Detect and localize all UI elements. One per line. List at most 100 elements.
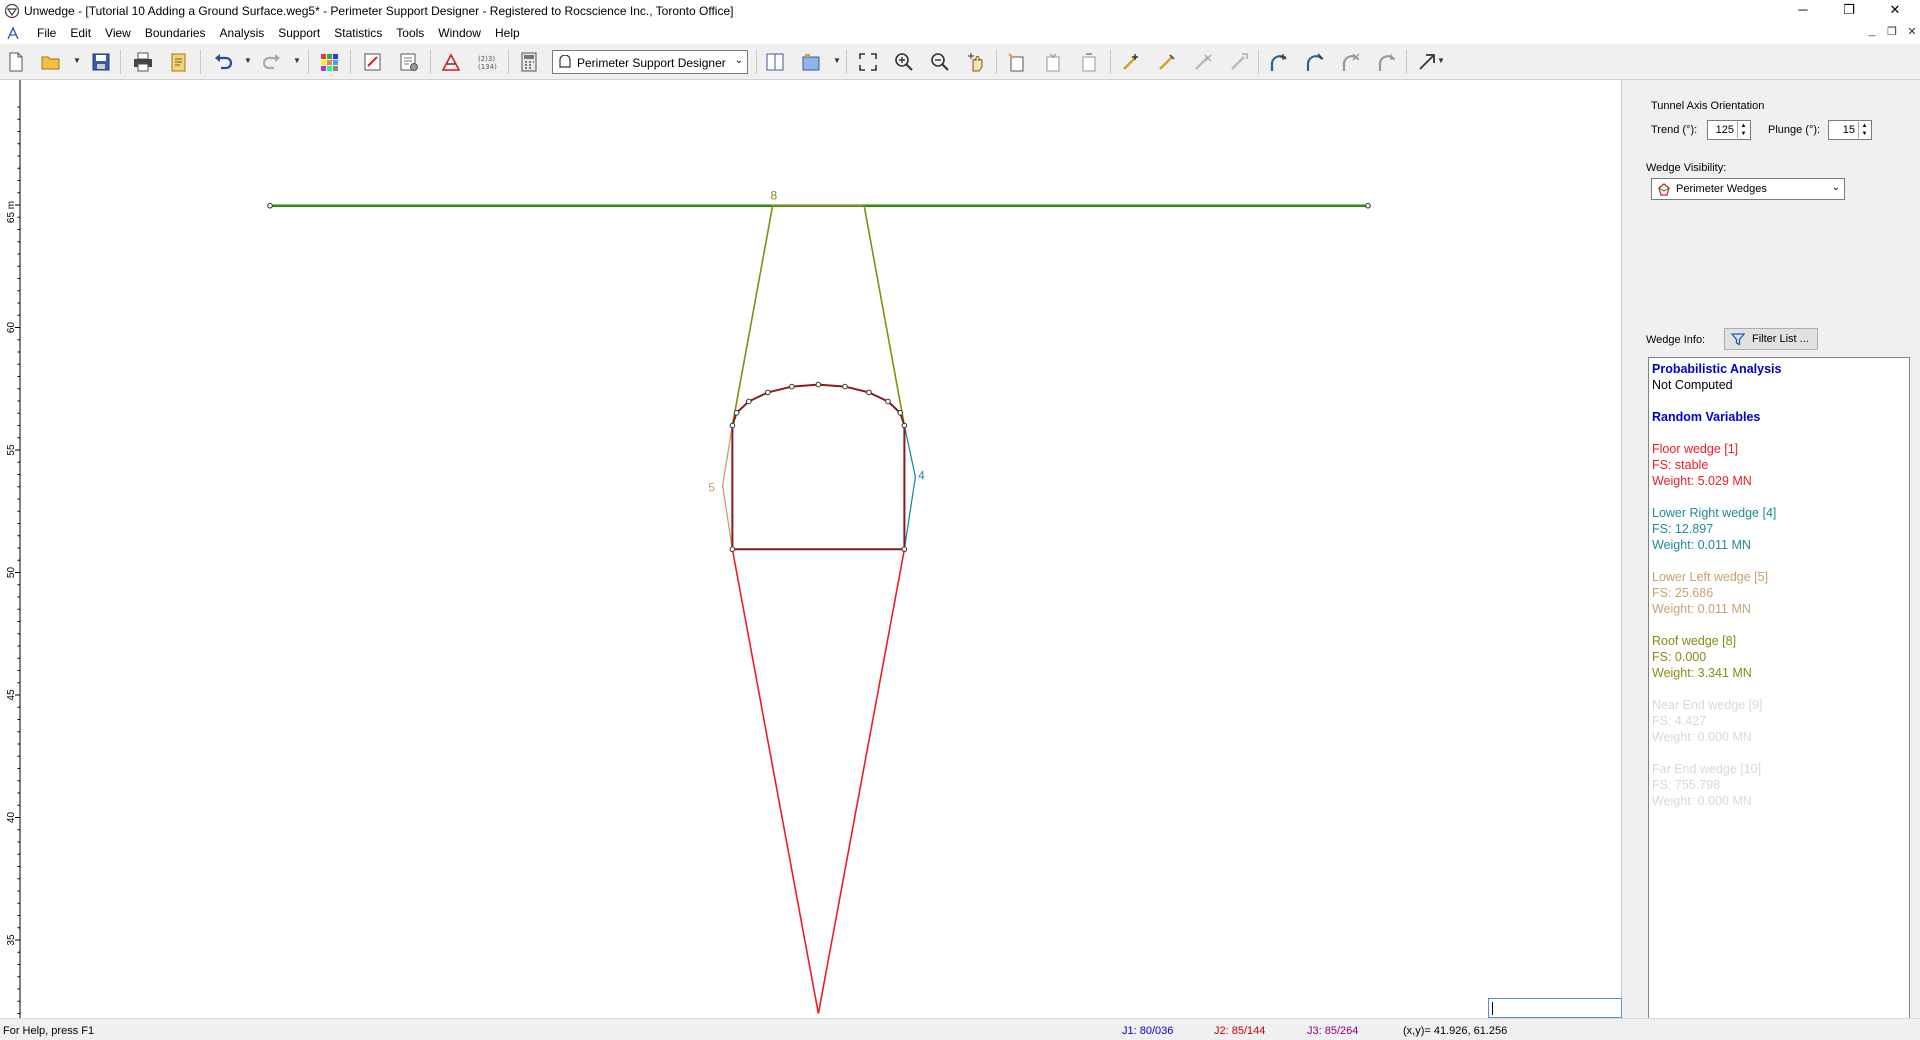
input-data-icon[interactable] bbox=[360, 50, 386, 74]
edit-support-icon[interactable] bbox=[1040, 50, 1066, 74]
minimize-button[interactable]: ─ bbox=[1780, 0, 1826, 22]
wedge-info-block: Lower Left wedge [5] FS: 25.686 Weight: 0.… bbox=[1652, 569, 1906, 617]
status-bar: For Help, press F1 J1: 80/036 J2: 85/144… bbox=[0, 1018, 1920, 1040]
wedge-info-fs: FS: 755.798 bbox=[1652, 778, 1721, 792]
redo-icon[interactable] bbox=[259, 50, 285, 74]
pan-icon[interactable] bbox=[963, 50, 989, 74]
open-dropdown-icon[interactable]: ▼ bbox=[72, 56, 82, 66]
wedge-visibility-value: Perimeter Wedges bbox=[1676, 183, 1767, 195]
y-tick-label: 45 bbox=[6, 689, 17, 701]
menu-help[interactable]: Help bbox=[488, 26, 527, 40]
plunge-label: Plunge (°): bbox=[1768, 124, 1821, 136]
add-support-icon[interactable] bbox=[1004, 50, 1030, 74]
zoom-out-icon[interactable] bbox=[927, 50, 953, 74]
menu-window[interactable]: Window bbox=[431, 26, 488, 40]
menu-file[interactable]: File bbox=[30, 26, 63, 40]
wedges-icon bbox=[1658, 183, 1670, 196]
delete-bolt-icon[interactable] bbox=[1190, 50, 1216, 74]
redo-dropdown-icon[interactable]: ▼ bbox=[292, 56, 302, 66]
menu-support[interactable]: Support bbox=[271, 26, 327, 40]
svg-text:(2)3): (2)3) bbox=[478, 55, 495, 63]
plunge-value: 15 bbox=[1842, 124, 1855, 136]
floor-wedge bbox=[731, 549, 906, 1014]
status-help-text: For Help, press F1 bbox=[3, 1025, 95, 1037]
plunge-spinner[interactable]: 15 ▲ ▼ bbox=[1828, 120, 1872, 140]
trend-spinner[interactable]: 125 ▲ ▼ bbox=[1707, 120, 1751, 140]
window-title: Unwedge - [Tutorial 10 Adding a Ground S… bbox=[24, 4, 734, 18]
wedge-info-name: Roof wedge [8] bbox=[1652, 634, 1737, 648]
menu-view[interactable]: View bbox=[98, 26, 138, 40]
wedge-info-panel: Probabilistic Analysis Not Computed Rand… bbox=[1648, 357, 1910, 1020]
add-bolt-icon[interactable] bbox=[1118, 50, 1144, 74]
project-settings-icon[interactable] bbox=[396, 50, 422, 74]
menu-analysis[interactable]: Analysis bbox=[213, 26, 272, 40]
menu-boundaries[interactable]: Boundaries bbox=[138, 26, 213, 40]
combinations-icon[interactable]: (2)3) (134) bbox=[474, 50, 500, 74]
report-icon[interactable] bbox=[166, 50, 192, 74]
add-view-icon[interactable] bbox=[798, 50, 824, 74]
wedge-visibility-dropdown[interactable]: Perimeter Wedges ⌄ bbox=[1651, 178, 1845, 200]
filter-list-button[interactable]: Filter List ... bbox=[1724, 328, 1818, 350]
menu-bar: File Edit View Boundaries Analysis Suppo… bbox=[0, 22, 1920, 44]
close-button[interactable]: ✕ bbox=[1872, 0, 1918, 22]
bolt-properties-icon[interactable] bbox=[1226, 50, 1252, 74]
save-icon[interactable] bbox=[88, 50, 114, 74]
lower-left-wedge bbox=[721, 425, 734, 550]
zoom-in-icon[interactable] bbox=[891, 50, 917, 74]
y-tick-label: 40 bbox=[6, 812, 17, 824]
chevron-down-icon: ⌄ bbox=[734, 55, 743, 66]
open-folder-icon[interactable] bbox=[38, 50, 64, 74]
maximize-button[interactable]: ❐ bbox=[1826, 0, 1872, 22]
new-file-icon[interactable] bbox=[3, 50, 29, 74]
menu-edit[interactable]: Edit bbox=[63, 26, 98, 40]
view-mode-dropdown[interactable]: Perimeter Support Designer ⌄ bbox=[552, 50, 748, 74]
coordinate-input[interactable] bbox=[1488, 998, 1622, 1018]
drawing-view[interactable]: 15 m2025303540455055606570758065 m605550… bbox=[0, 80, 1622, 1018]
add-shotcrete-icon[interactable] bbox=[1266, 50, 1292, 74]
wedge-info-block: Far End wedge [10] FS: 755.798 Weight: 0.0… bbox=[1652, 761, 1906, 809]
edit-bolt-icon[interactable] bbox=[1154, 50, 1180, 74]
wedge-info-fs: FS: 0.000 bbox=[1652, 650, 1707, 664]
undo-dropdown-icon[interactable]: ▼ bbox=[243, 56, 253, 66]
wedge-info-label: Wedge Info: bbox=[1646, 334, 1706, 346]
add-view-dropdown-icon[interactable]: ▼ bbox=[832, 56, 842, 66]
menu-tools[interactable]: Tools bbox=[389, 26, 431, 40]
tunnel-vertex bbox=[897, 410, 903, 416]
calculator-icon[interactable] bbox=[516, 50, 542, 74]
wedge-info-name: Near End wedge [9] bbox=[1652, 698, 1763, 712]
spinner-arrows-icon[interactable]: ▲ ▼ bbox=[1737, 122, 1749, 138]
arrow-tool-dropdown-icon[interactable]: ▼ bbox=[1436, 56, 1446, 66]
shotcrete-properties-icon[interactable] bbox=[1374, 50, 1400, 74]
joint-set-1-status: J1: 80/036 bbox=[1122, 1025, 1174, 1037]
ground-vertex bbox=[267, 202, 273, 209]
split-view-icon[interactable] bbox=[762, 50, 788, 74]
y-tick-label: 60 bbox=[6, 322, 17, 334]
roof-wedge bbox=[731, 204, 906, 426]
zoom-all-icon[interactable] bbox=[855, 50, 881, 74]
compute-icon[interactable] bbox=[438, 50, 464, 74]
y-tick-label: 35 bbox=[6, 934, 17, 946]
spinner-arrows-icon[interactable]: ▲ ▼ bbox=[1858, 122, 1870, 138]
svg-text:(134): (134) bbox=[478, 63, 497, 71]
undo-icon[interactable] bbox=[210, 50, 236, 74]
mdi-close-button[interactable]: ✕ bbox=[1904, 25, 1920, 38]
wedge-plot[interactable]: 15 m2025303540455055606570758065 m605550… bbox=[0, 80, 1622, 1018]
trend-label: Trend (°): bbox=[1651, 124, 1698, 136]
probabilistic-analysis-header: Probabilistic Analysis bbox=[1652, 362, 1782, 376]
trend-value: 125 bbox=[1715, 124, 1734, 136]
display-options-icon[interactable] bbox=[316, 50, 342, 74]
mdi-restore-button[interactable]: ❐ bbox=[1884, 25, 1900, 38]
document-icon[interactable] bbox=[5, 25, 21, 41]
chevron-down-icon: ⌄ bbox=[1831, 182, 1840, 193]
probabilistic-status: Not Computed bbox=[1652, 378, 1733, 392]
wedge-info-fs: FS: stable bbox=[1652, 458, 1709, 472]
print-icon[interactable] bbox=[130, 50, 156, 74]
wedge-info-name: Lower Left wedge [5] bbox=[1652, 570, 1769, 584]
filter-icon bbox=[1731, 333, 1745, 346]
menu-statistics[interactable]: Statistics bbox=[327, 26, 389, 40]
delete-support-icon[interactable] bbox=[1076, 50, 1102, 74]
lower-left-wedge-label: 5 bbox=[708, 481, 715, 495]
delete-shotcrete-icon[interactable] bbox=[1338, 50, 1364, 74]
edit-shotcrete-icon[interactable] bbox=[1302, 50, 1328, 74]
mdi-minimize-button[interactable]: _ bbox=[1864, 25, 1880, 37]
